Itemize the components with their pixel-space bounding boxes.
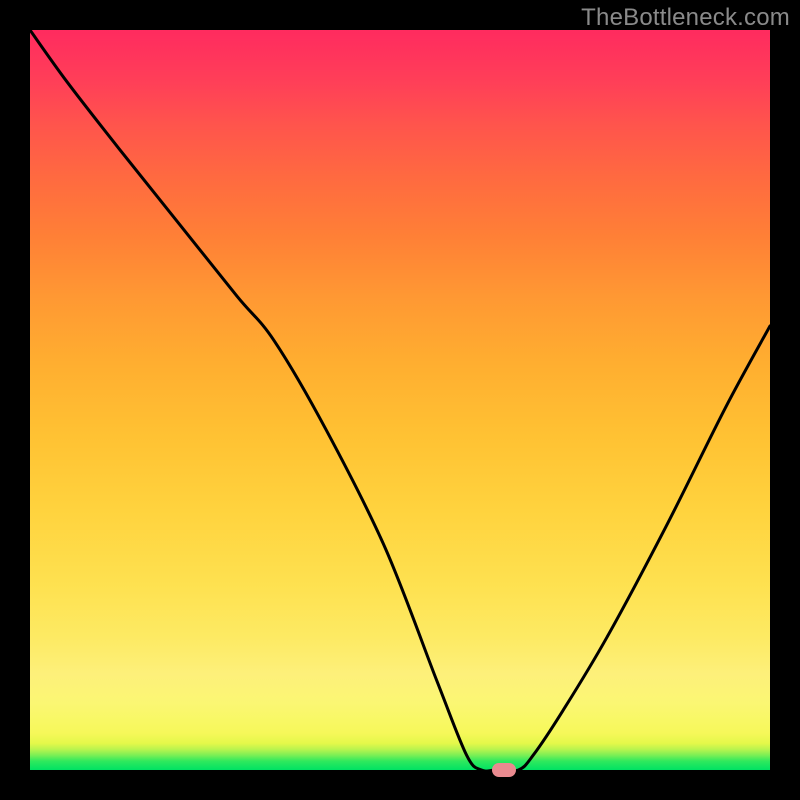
optimal-marker — [492, 763, 516, 777]
bottleneck-curve — [30, 30, 770, 770]
chart-frame: TheBottleneck.com — [0, 0, 800, 800]
plot-area — [30, 30, 770, 770]
watermark-text: TheBottleneck.com — [581, 4, 790, 32]
